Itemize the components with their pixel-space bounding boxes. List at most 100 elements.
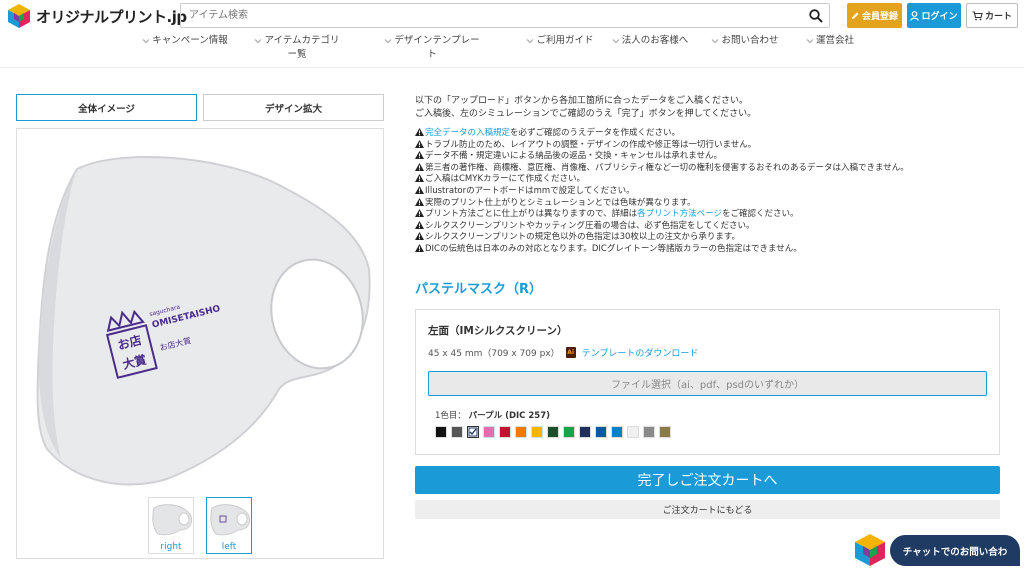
intro-line: 以下の「アップロード」ボタンから各加工箇所に合ったデータをご入稿ください。 — [415, 96, 749, 106]
tab-design-zoom[interactable]: デザイン拡大 — [203, 94, 384, 121]
print-size: 45 x 45 mm（709 x 709 px） — [428, 349, 560, 359]
note-text: ご入稿はCMYKカラーにて作成ください。 — [425, 174, 586, 185]
warning-icon — [415, 139, 424, 148]
print-spec-panel: 左面（IMシルクスクリーン） 45 x 45 mm（709 x 709 px） … — [415, 309, 1000, 455]
mask-thumbnail-image — [152, 504, 193, 536]
chevron-down-icon — [255, 38, 262, 43]
note-text: データ不備・規定違いによる納品後の返品・交換・キャンセルは承れません。 — [425, 151, 722, 162]
note-item: 第三者の著作権、商標権、意匠権、肖像権、パブリシティ権など一切の権利を侵害するお… — [415, 162, 1015, 175]
nav-label: ご利用ガイド — [536, 35, 594, 46]
search-button[interactable] — [805, 5, 827, 26]
warning-icon — [415, 197, 424, 206]
chevron-down-icon — [806, 38, 814, 43]
note-item: プリント方法ごとに仕上がりは異なりますので、詳細は各プリント方法ページをご確認く… — [415, 209, 1015, 221]
note-item: 実際のプリント仕上がりとシミュレーションとでは色味が異なります。 — [415, 197, 1015, 210]
note-text: プリント方法ごとに仕上がりは異なりますので、詳細は — [425, 209, 638, 220]
brand-cube-icon — [8, 4, 30, 28]
color-swatch[interactable] — [595, 426, 607, 438]
template-download-link[interactable]: テンプレートのダウンロード — [582, 346, 699, 359]
mask-preview: お店 大賞 saguchara OMISETAISHO お店大賞 — [16, 128, 384, 559]
color-swatch[interactable] — [499, 426, 511, 438]
mask-thumbnail-image — [210, 504, 251, 536]
upload-notes: 完全データの入稿規定を必ずご確認のうえデータを作成ください。 トラブル防止のため… — [415, 128, 1015, 256]
upload-intro: 以下の「アップロード」ボタンから各加工箇所に合ったデータをご入稿ください。 ご入… — [415, 95, 1005, 121]
color-swatch[interactable] — [611, 426, 623, 438]
warning-icon — [415, 151, 424, 160]
note-text: 第三者の著作権、商標権、意匠権、肖像権、パブリシティ権など一切の権利を侵害するお… — [425, 162, 909, 173]
warning-icon — [415, 232, 424, 241]
brand-logo[interactable]: オリジナルプリント.jp — [6, 3, 187, 29]
login-label: ログイン — [921, 12, 958, 22]
member-register-button[interactable]: 会員登録 — [847, 3, 902, 28]
chevron-down-icon — [712, 38, 719, 43]
note-text: 実際のプリント仕上がりとシミュレーションとでは色味が異なります。 — [425, 197, 696, 208]
back-to-cart-button[interactable]: ご注文カートにもどる — [415, 500, 1000, 519]
warning-icon — [415, 209, 424, 218]
color-swatch[interactable] — [435, 426, 447, 438]
cart-icon — [972, 10, 983, 20]
nav-item-categories[interactable]: アイテムカテゴリー覧 — [252, 34, 342, 62]
guideline-link[interactable]: 完全データの入稿規定 — [425, 128, 510, 138]
note-text: シルクスクリーンプリントの規定色以外の色指定は30枚以上の注文から承ります。 — [425, 232, 741, 243]
color-swatch[interactable] — [643, 426, 655, 438]
note-text: Illustratorのアートボードはmmで設定してください。 — [425, 185, 635, 196]
brand-name: オリジナルプリント.jp — [36, 7, 187, 26]
warning-icon — [415, 162, 424, 171]
note-item: データ不備・規定違いによる納品後の返品・交換・キャンセルは承れません。 — [415, 151, 1015, 163]
color-swatch[interactable] — [451, 426, 463, 438]
complete-to-cart-button[interactable]: 完了しご注文カートへ — [415, 466, 1000, 494]
note-text: DICの伝統色は日本のみの対応となります。DICグレイトーン等諸版カラーの色指定… — [425, 243, 802, 254]
nav-label: 法人のお客様へ — [621, 35, 689, 46]
search-icon — [809, 8, 823, 23]
chevron-down-icon — [527, 38, 534, 43]
complete-label: 完了しご注文カートへ — [637, 473, 778, 489]
nav-item-corporate[interactable]: 法人のお客様へ — [610, 34, 690, 48]
file-select-label: ファイル選択（ai、pdf、psdのいずれか） — [610, 380, 805, 391]
print-methods-link[interactable]: 各プリント方法ページ — [637, 209, 722, 219]
thumbnail-left[interactable]: left — [206, 497, 252, 554]
file-select-button[interactable]: ファイル選択（ai、pdf、psdのいずれか） — [428, 371, 987, 396]
thumbnail-right[interactable]: right — [148, 497, 194, 554]
main-nav: キャンペーン情報 アイテムカテゴリー覧 デザインテンプレート ご利用ガイド 法人… — [140, 34, 880, 66]
tab-whole-image[interactable]: 全体イメージ — [16, 94, 197, 121]
nav-item-company[interactable]: 運営会社 — [800, 34, 860, 48]
thumbnail-right-label: right — [160, 542, 182, 552]
note-item: 完全データの入稿規定を必ずご確認のうえデータを作成ください。 — [415, 128, 1015, 140]
color-swatch[interactable] — [515, 426, 527, 438]
color-label: 1色目： — [435, 411, 466, 421]
color-swatch[interactable] — [467, 426, 479, 438]
nav-item-campaign[interactable]: キャンペーン情報 — [140, 34, 230, 48]
checkmark-icon — [468, 427, 478, 437]
color-swatch[interactable] — [579, 426, 591, 438]
print-side-title: 左面（IMシルクスクリーン） — [428, 325, 568, 337]
warning-icon — [415, 174, 424, 183]
nav-item-guide[interactable]: ご利用ガイド — [520, 34, 600, 48]
warning-icon — [415, 128, 424, 136]
nav-label: 運営会社 — [815, 35, 854, 46]
color-swatch[interactable] — [547, 426, 559, 438]
color-swatch[interactable] — [627, 426, 639, 438]
note-item: DICの伝統色は日本のみの対応となります。DICグレイトーン等諸版カラーの色指定… — [415, 243, 1015, 256]
cart-button[interactable]: カート — [966, 3, 1018, 28]
nav-label: お問い合わせ — [721, 35, 779, 46]
chevron-down-icon — [384, 38, 392, 43]
user-icon — [910, 10, 920, 21]
color-swatch[interactable] — [659, 426, 671, 438]
back-label: ご注文カートにもどる — [662, 506, 753, 516]
color-swatches — [435, 426, 671, 439]
color-swatch[interactable] — [563, 426, 575, 438]
note-text: を必ずご確認のうえデータを作成ください。 — [510, 128, 681, 138]
nav-item-design-templates[interactable]: デザインテンプレート — [382, 34, 482, 62]
color-swatch[interactable] — [483, 426, 495, 438]
note-text: トラブル防止のため、レイアウトの調整・デザインの作成や修正等は一切行いません。 — [425, 139, 757, 150]
chat-contact-button[interactable]: チャットでのお問い合わ — [890, 535, 1020, 566]
color-swatch[interactable] — [531, 426, 543, 438]
login-button[interactable]: ログイン — [907, 3, 961, 28]
warning-icon — [415, 185, 424, 194]
cart-label: カート — [984, 12, 1012, 22]
search-input[interactable] — [181, 4, 801, 27]
nav-label: アイテムカテゴリー覧 — [264, 35, 340, 60]
nav-item-contact[interactable]: お問い合わせ — [710, 34, 780, 48]
note-text: をご確認ください。 — [722, 209, 799, 220]
chat-cube-icon — [855, 534, 885, 566]
